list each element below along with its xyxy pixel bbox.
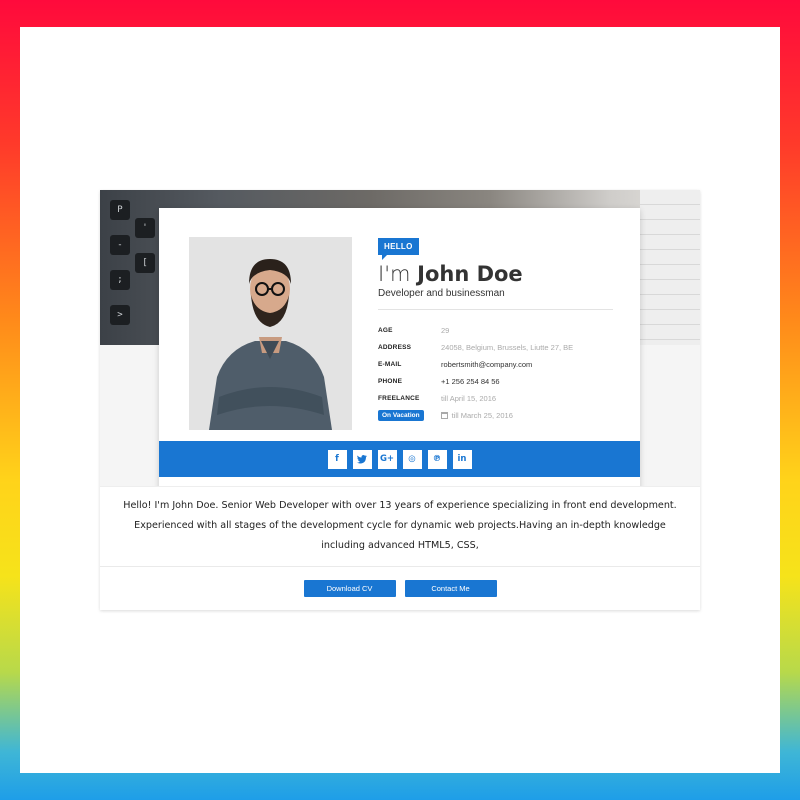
twitter-bird-icon bbox=[357, 454, 367, 463]
keyboard-key: ; bbox=[110, 270, 130, 290]
keyboard-key: [ bbox=[135, 253, 155, 273]
linkedin-icon[interactable]: in bbox=[452, 449, 472, 469]
info-row-phone: PHONE +1 256 254 84 56 bbox=[378, 373, 628, 390]
info-label: ADDRESS bbox=[378, 344, 412, 351]
divider bbox=[378, 309, 613, 310]
info-value: +1 256 254 84 56 bbox=[441, 377, 500, 386]
contact-me-button[interactable]: Contact Me bbox=[404, 580, 497, 597]
info-label: PHONE bbox=[378, 378, 403, 385]
about-text: Hello! I'm John Doe. Senior Web Develope… bbox=[123, 500, 677, 551]
social-bar: f G+ ◎ ℗ in bbox=[159, 441, 640, 477]
keyboard-key: - bbox=[110, 235, 130, 255]
download-cv-button[interactable]: Download CV bbox=[303, 580, 396, 597]
hello-badge: HELLO bbox=[378, 238, 419, 260]
info-label: AGE bbox=[378, 327, 393, 334]
profile-name: I'm John Doe bbox=[378, 262, 523, 286]
info-row-freelance: FREELANCE till April 15, 2016 bbox=[378, 390, 628, 407]
facebook-icon[interactable]: f bbox=[327, 449, 347, 469]
about-section: Hello! I'm John Doe. Senior Web Develope… bbox=[100, 486, 700, 566]
name-prefix: I'm bbox=[378, 262, 411, 286]
vacation-date: till March 25, 2016 bbox=[451, 411, 513, 420]
pinterest-icon[interactable]: ℗ bbox=[427, 449, 447, 469]
info-value: 24058, Belgium, Brussels, Liutte 27, BE bbox=[441, 343, 574, 352]
info-row-email: E-MAIL robertsmith@company.com bbox=[378, 356, 628, 373]
calendar-icon bbox=[440, 412, 448, 419]
info-value: till March 25, 2016 bbox=[440, 411, 513, 420]
twitter-icon[interactable] bbox=[352, 449, 372, 469]
info-row-address: ADDRESS 24058, Belgium, Brussels, Liutte… bbox=[378, 339, 628, 356]
action-buttons: Download CV Contact Me bbox=[100, 566, 700, 610]
vacation-badge: On Vacation bbox=[378, 410, 424, 421]
info-value: till April 15, 2016 bbox=[441, 394, 497, 403]
profile-photo bbox=[189, 237, 352, 430]
profile-role: Developer and businessman bbox=[378, 288, 505, 299]
info-row-age: AGE 29 bbox=[378, 322, 628, 339]
google-plus-icon[interactable]: G+ bbox=[377, 449, 397, 469]
instagram-icon[interactable]: ◎ bbox=[402, 449, 422, 469]
name-bold: John Doe bbox=[417, 262, 523, 286]
keyboard-key: > bbox=[110, 305, 130, 325]
info-value: 29 bbox=[441, 326, 450, 335]
keyboard-key: P bbox=[110, 200, 130, 220]
person-illustration bbox=[189, 237, 352, 430]
profile-card: HELLO I'm John Doe Developer and busines… bbox=[159, 208, 640, 495]
notepad-paper bbox=[640, 190, 700, 345]
info-row-vacation: On Vacation till March 25, 2016 bbox=[378, 407, 628, 424]
keyboard-key: ' bbox=[135, 218, 155, 238]
info-list: AGE 29 ADDRESS 24058, Belgium, Brussels,… bbox=[378, 322, 628, 424]
resume-page: P - ; > ' [ HELLO I'm John Doe Developer… bbox=[100, 190, 700, 610]
info-label: E-MAIL bbox=[378, 361, 402, 368]
info-label: FREELANCE bbox=[378, 395, 420, 402]
email-link[interactable]: robertsmith@company.com bbox=[441, 360, 532, 369]
